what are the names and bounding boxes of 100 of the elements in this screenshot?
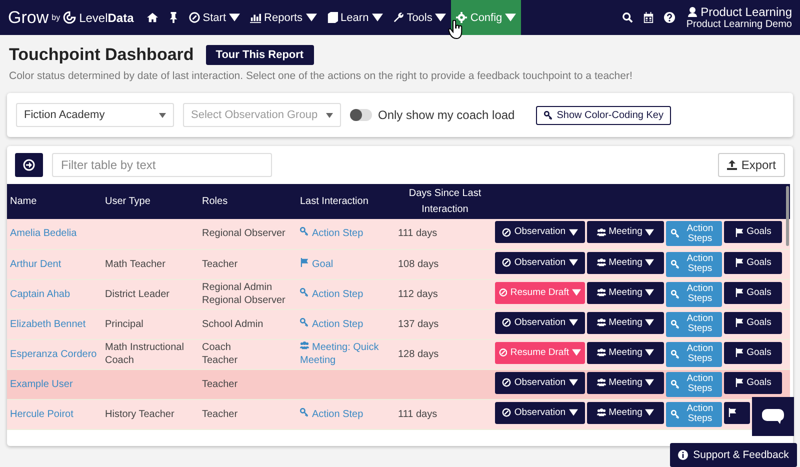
column-header[interactable]: Days Since Last Interaction	[395, 184, 492, 219]
caret-icon	[572, 288, 581, 297]
meeting-button[interactable]: Meeting	[587, 312, 664, 334]
column-header[interactable]: Roles	[199, 184, 297, 219]
flag-icon	[734, 348, 744, 357]
caret-icon	[505, 12, 516, 23]
calendar-icon[interactable]	[643, 12, 654, 23]
caret-icon	[572, 348, 581, 357]
tour-button[interactable]: Tour This Report	[206, 45, 314, 65]
filter-field[interactable]: Filter table by text	[52, 153, 272, 177]
table-cell: 108 days	[398, 258, 439, 270]
key-icon	[671, 350, 680, 358]
table-cell: History Teacher	[105, 408, 174, 420]
table-cell-text: Coach	[202, 341, 232, 354]
flag-icon	[734, 258, 744, 267]
goals-button[interactable]	[724, 402, 750, 424]
meeting-button[interactable]: Meeting	[587, 221, 664, 244]
caret-icon	[372, 12, 383, 23]
caret-icon	[645, 408, 654, 417]
observation-button[interactable]: Observation	[495, 402, 585, 424]
meeting-button[interactable]: Meeting	[587, 282, 664, 304]
ban-icon	[502, 408, 512, 417]
resume-draft-button[interactable]: Resume Draft	[495, 282, 585, 304]
toggle-label: Only show my coach load	[378, 108, 515, 122]
support-button[interactable]: Support & Feedback	[670, 443, 797, 467]
meeting-button[interactable]: Meeting	[587, 252, 664, 274]
table-cell-text: Regional Observer	[202, 227, 286, 240]
table-cell: 137 days	[398, 318, 439, 330]
goals-button[interactable]: Goals	[724, 252, 782, 274]
page-subtitle: Color status determined by date of last interaction. Select one of the actions on the right to provide a feedback touchpoint to a teacher!	[9, 70, 634, 82]
key-icon	[671, 380, 680, 388]
ban-icon	[499, 348, 508, 357]
go-button[interactable]	[15, 153, 43, 177]
people-icon	[596, 258, 606, 267]
pin-icon	[168, 12, 179, 23]
caret-icon	[645, 258, 654, 267]
caret-icon	[568, 378, 578, 387]
people-icon	[300, 341, 309, 350]
home-icon	[146, 12, 158, 23]
observation-button[interactable]: Observation	[495, 221, 585, 244]
key-icon	[671, 410, 680, 418]
info-icon	[678, 450, 688, 460]
column-header[interactable]: Name	[7, 184, 102, 219]
observation-button[interactable]: Observation	[495, 372, 585, 394]
column-header[interactable]: User Type	[102, 184, 199, 219]
table-cell: Math Instructional Coach	[105, 342, 184, 366]
flag-icon	[300, 258, 309, 266]
goals-button[interactable]: Goals	[724, 312, 782, 334]
logo-text: Grow	[8, 8, 49, 28]
meeting-button[interactable]: Meeting	[587, 372, 664, 394]
nav-menu[interactable]: Config	[451, 0, 522, 35]
logo-text: LevelData	[79, 10, 134, 24]
flag-icon	[734, 288, 744, 297]
caret-icon	[568, 258, 578, 267]
observation-button[interactable]: Observation	[495, 312, 585, 334]
logo-text: by	[52, 13, 60, 22]
key-icon	[300, 408, 309, 416]
flag-icon	[734, 228, 744, 237]
page-title: Touchpoint Dashboard	[9, 45, 194, 65]
nav-menu[interactable]: Start	[184, 0, 246, 35]
key-icon	[300, 288, 309, 296]
hand-cursor-icon	[448, 20, 464, 40]
people-icon	[596, 228, 606, 237]
ban-icon	[502, 318, 512, 327]
key-icon	[300, 318, 309, 326]
caret-icon	[568, 318, 578, 327]
user-name[interactable]: Product Learning	[700, 5, 792, 19]
key-icon	[671, 290, 680, 298]
column-header[interactable]: Last Interaction	[297, 184, 395, 219]
goals-button[interactable]: Goals	[724, 342, 782, 364]
toggle-switch[interactable]	[350, 109, 372, 121]
search-icon[interactable]	[622, 12, 634, 23]
nav-menu[interactable]: Learn	[322, 0, 388, 35]
resume-draft-button[interactable]: Resume Draft	[495, 342, 585, 364]
caret-icon	[568, 408, 578, 417]
nav-menu[interactable]: Reports	[245, 0, 322, 35]
goals-button[interactable]: Goals	[724, 372, 782, 394]
nav-menu[interactable]: Tools	[388, 0, 452, 35]
meeting-button[interactable]: Meeting	[587, 402, 664, 424]
people-icon	[596, 288, 606, 297]
school-dropdown[interactable]: Fiction Academy	[16, 103, 174, 127]
ban-icon	[499, 288, 508, 297]
help-icon[interactable]	[664, 12, 676, 23]
logo-icon	[63, 11, 76, 24]
goals-button[interactable]: Goals	[724, 282, 782, 304]
goals-button[interactable]: Goals	[724, 221, 782, 244]
key-icon	[671, 320, 680, 328]
key-icon	[544, 110, 553, 120]
observation-button[interactable]: Observation	[495, 252, 585, 274]
export-button[interactable]: Export	[718, 153, 785, 177]
caret-icon	[159, 112, 166, 118]
scrollbar[interactable]	[786, 186, 789, 246]
meeting-button[interactable]: Meeting	[587, 342, 664, 364]
color-key-button[interactable]: Show Color-Coding Key	[536, 106, 672, 124]
table-cell: 128 days	[398, 348, 439, 360]
chat-button[interactable]	[752, 397, 794, 436]
chat-bubble-icon	[762, 408, 784, 424]
user-icon	[688, 7, 697, 17]
table-cell: District Leader	[105, 288, 170, 300]
key-icon	[671, 229, 680, 238]
